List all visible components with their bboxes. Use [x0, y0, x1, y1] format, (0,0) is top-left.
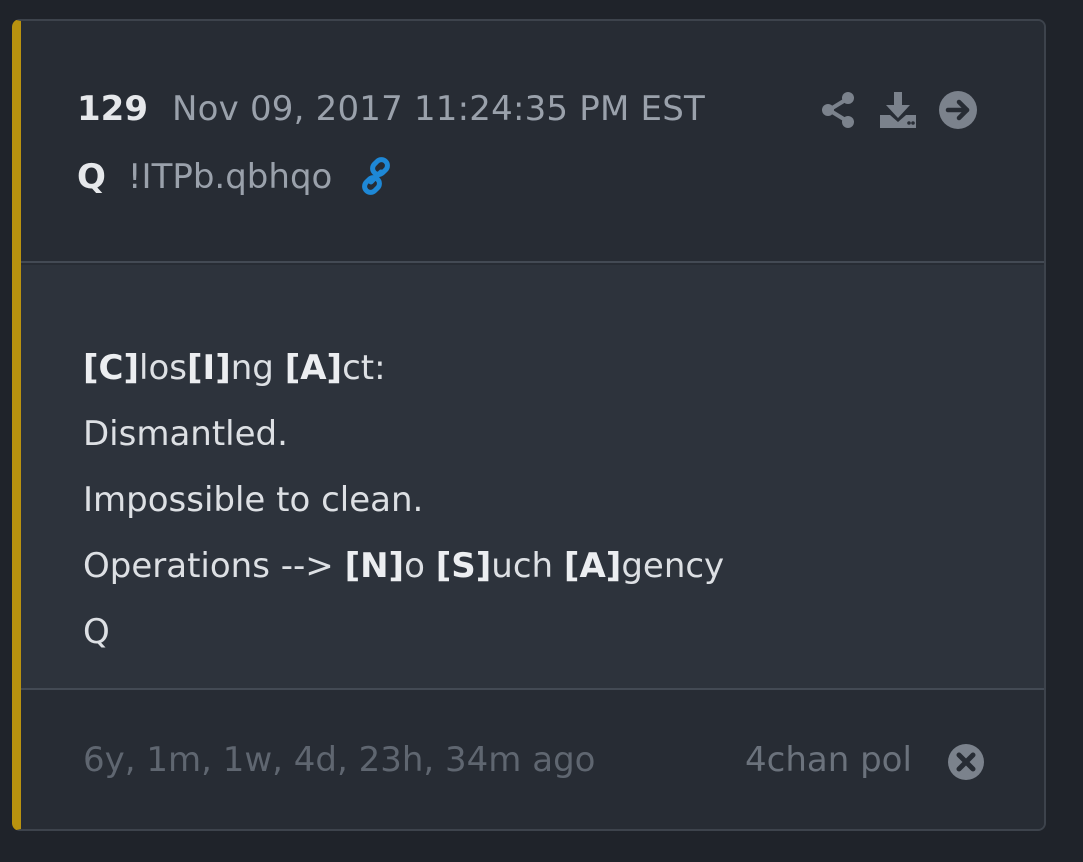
- message-line: Q: [83, 599, 724, 665]
- post-number: 129: [77, 89, 148, 129]
- message-run: los: [139, 348, 187, 388]
- message-bold-run: [A]: [563, 546, 622, 586]
- post-header: 129 Nov 09, 2017 11:24:35 PM EST Q !ITPb…: [21, 21, 1044, 263]
- message-run: Q: [83, 612, 110, 652]
- message-run: Dismantled.: [83, 414, 288, 454]
- post-message: [C]los[I]ng [A]ct: Dismantled. Impossible …: [83, 335, 724, 665]
- download-icon[interactable]: [877, 89, 919, 131]
- post-actions: [817, 89, 979, 131]
- post-age: 6y, 1m, 1w, 4d, 23h, 34m ago: [83, 740, 596, 780]
- message-run: Impossible to clean.: [83, 480, 424, 520]
- post-source: 4chan pol: [745, 740, 912, 780]
- message-run: o: [404, 546, 436, 586]
- message-line: Dismantled.: [83, 401, 724, 467]
- message-bold-run: [N]: [344, 546, 405, 586]
- message-run: ct:: [342, 348, 386, 388]
- post-footer: 6y, 1m, 1w, 4d, 23h, 34m ago 4chan pol: [21, 688, 1044, 829]
- share-icon[interactable]: [817, 89, 859, 131]
- message-bold-run: [I]: [187, 348, 231, 388]
- message-run: uch: [491, 546, 564, 586]
- author-row: Q !ITPb.qbhqo: [77, 157, 396, 197]
- close-circle-icon[interactable]: [946, 742, 986, 782]
- arrow-right-circle-icon[interactable]: [937, 89, 979, 131]
- message-bold-run: [C]: [83, 348, 140, 388]
- post-body: [C]los[I]ng [A]ct: Dismantled. Impossible …: [21, 265, 1044, 688]
- post-card: 129 Nov 09, 2017 11:24:35 PM EST Q !ITPb…: [12, 19, 1046, 831]
- message-run: ng: [230, 348, 285, 388]
- message-run: Operations -->: [83, 546, 345, 586]
- message-line: Impossible to clean.: [83, 467, 724, 533]
- link-icon[interactable]: [356, 157, 396, 197]
- post-meta-row: 129 Nov 09, 2017 11:24:35 PM EST: [77, 89, 705, 129]
- message-run: gency: [621, 546, 725, 586]
- post-date: Nov 09, 2017 11:24:35 PM EST: [171, 89, 705, 129]
- message-line: Operations --> [N]o [S]uch [A]gency: [83, 533, 724, 599]
- tripcode: !ITPb.qbhqo: [127, 157, 333, 197]
- message-bold-run: [A]: [284, 348, 343, 388]
- message-bold-run: [S]: [435, 546, 492, 586]
- message-line: [C]los[I]ng [A]ct:: [83, 335, 724, 401]
- author-name: Q: [77, 157, 106, 197]
